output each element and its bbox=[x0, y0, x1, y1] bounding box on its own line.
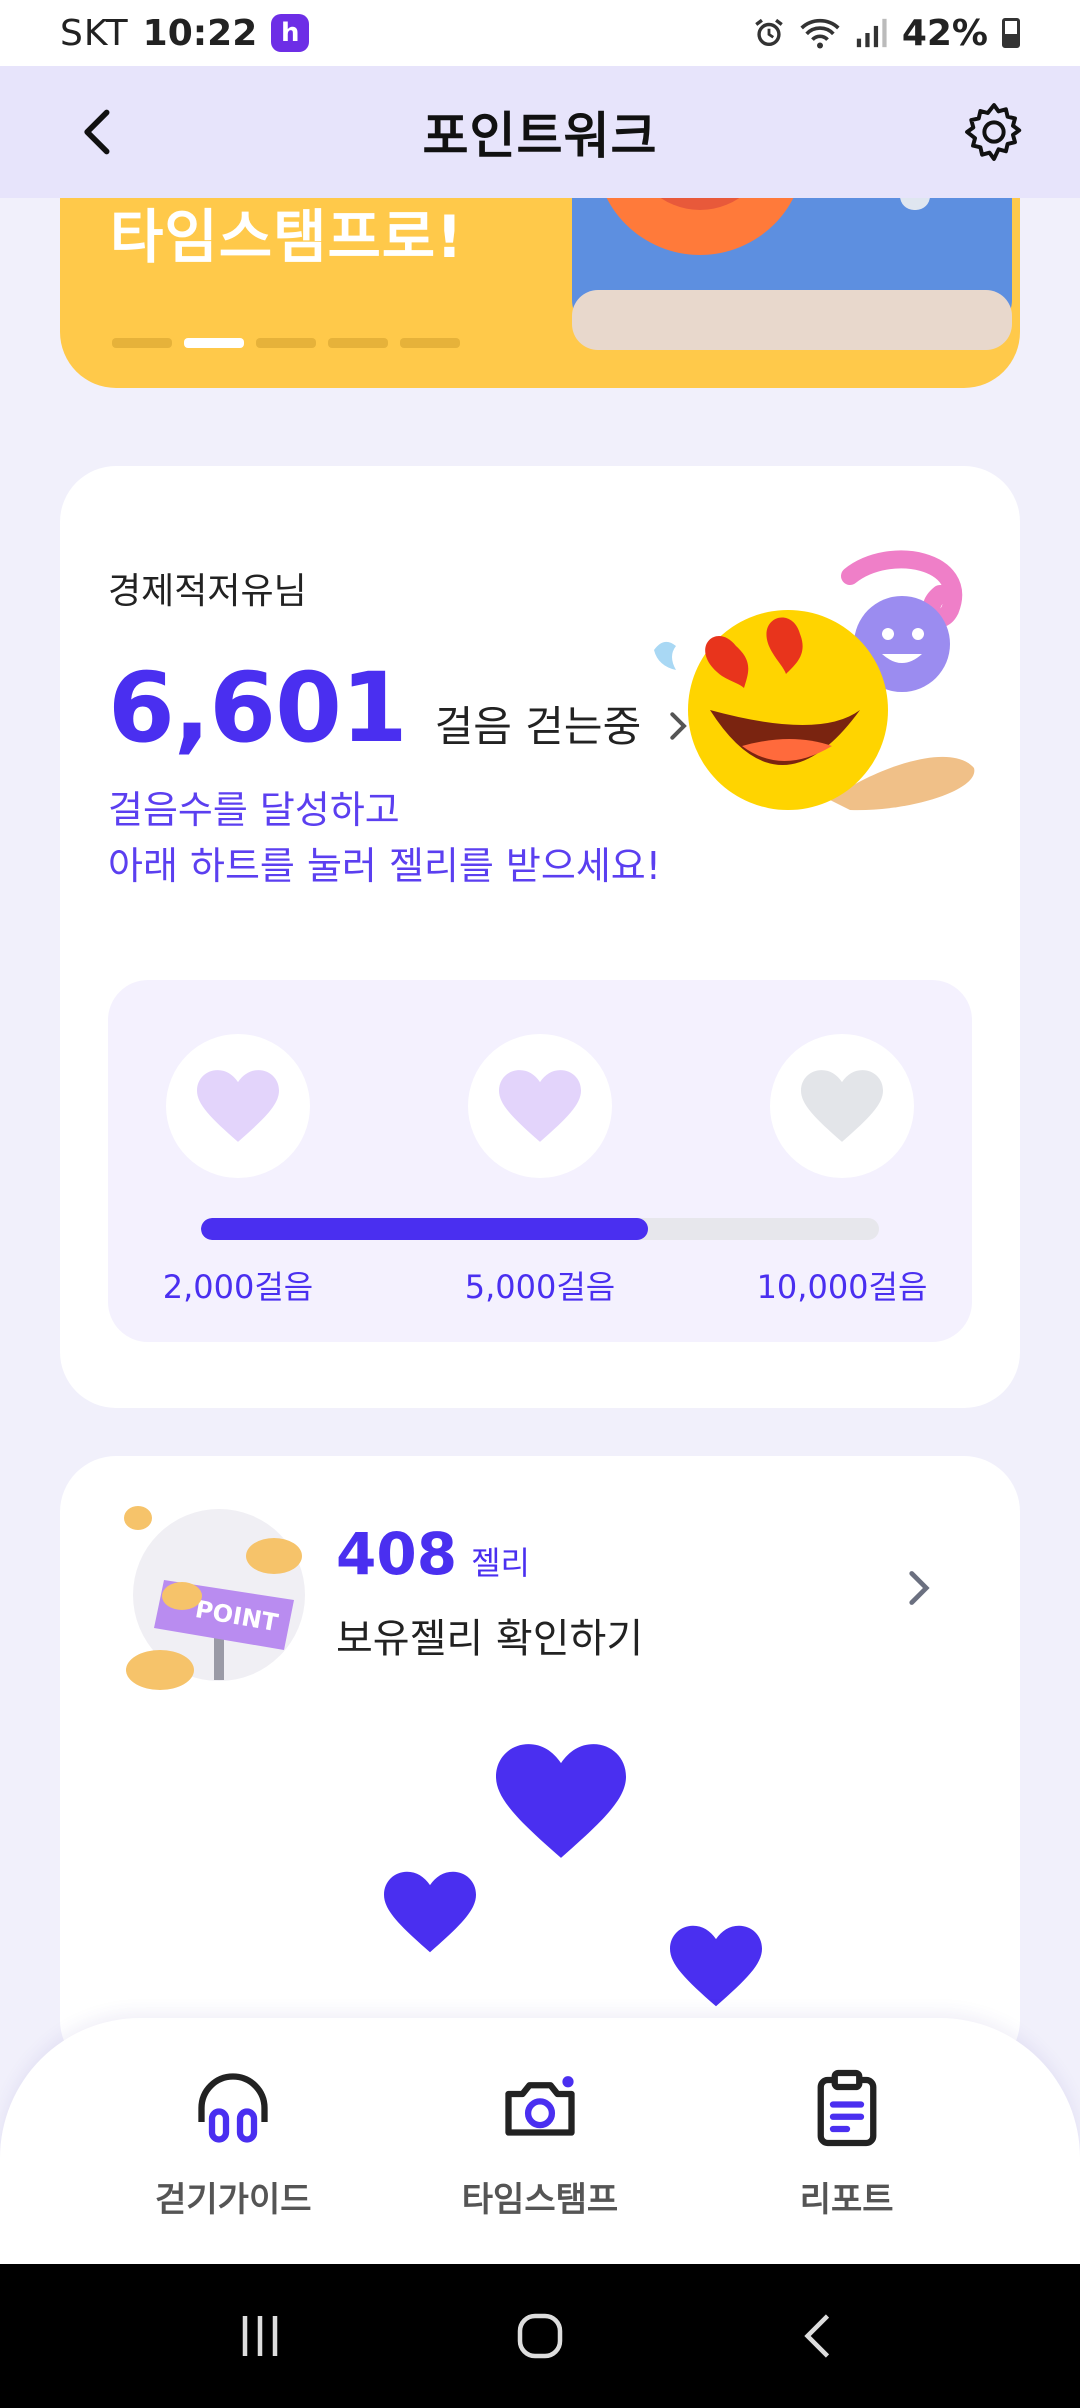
clipboard-icon bbox=[817, 2069, 877, 2147]
floating-heart-icon[interactable] bbox=[670, 1924, 762, 2008]
milestone-label-10000: 10,000걸음 bbox=[756, 1268, 928, 1306]
heart-eyes-emoji-illustration bbox=[654, 550, 975, 811]
nav-label: 리포트 bbox=[799, 2180, 894, 2220]
app-header: 포인트워크 bbox=[0, 66, 1080, 198]
battery-icon bbox=[1002, 18, 1020, 48]
floating-heart-icon[interactable] bbox=[496, 1742, 626, 1860]
user-name: 경제적저유님 bbox=[108, 571, 307, 612]
banner-text: 타임스탬프로! bbox=[110, 203, 464, 271]
steps-progress-fill bbox=[201, 1218, 649, 1240]
chevron-right-icon[interactable] bbox=[906, 1568, 932, 1608]
status-time: 10:22 bbox=[142, 12, 258, 54]
reward-message: 걸음수를 달성하고 아래 하트를 눌러 젤리를 받으세요! bbox=[108, 782, 661, 894]
gear-icon[interactable] bbox=[960, 98, 1028, 166]
heart-rewards-panel: 2,000걸음 5,000걸음 10,000걸음 bbox=[108, 980, 972, 1342]
battery-percent: 42% bbox=[901, 12, 988, 54]
bottom-nav: 걷기가이드 타임스탬프 리포트 bbox=[0, 2018, 1080, 2264]
app-notification-icon: h bbox=[271, 14, 310, 52]
nav-timestamp[interactable]: 타임스탬프 bbox=[410, 2066, 670, 2221]
reward-message-line2: 아래 하트를 눌러 젤리를 받으세요! bbox=[108, 844, 661, 888]
step-label: 걸음 걷는중 bbox=[434, 702, 642, 751]
reward-heart-2000[interactable] bbox=[166, 1034, 310, 1178]
system-nav-bar bbox=[0, 2264, 1080, 2408]
steps-card: 경제적저유님 6,601 걸음 걷는중 걸음수를 달성하고 아래 하트를 눌러 … bbox=[60, 466, 1020, 1408]
recent-apps-icon[interactable] bbox=[230, 2306, 290, 2366]
check-jelly-link[interactable]: 보유젤리 확인하기 bbox=[336, 1606, 643, 1664]
reward-heart-10000[interactable] bbox=[770, 1034, 914, 1178]
carousel-indicators bbox=[112, 338, 460, 348]
jelly-card: POINT 408 젤리 보유젤리 확인하기 bbox=[60, 1456, 1020, 2076]
jelly-count: 408 bbox=[336, 1520, 458, 1588]
carrier-name: SKT bbox=[60, 12, 129, 54]
jelly-unit: 젤리 bbox=[471, 1544, 530, 1582]
step-count: 6,601 bbox=[108, 652, 408, 764]
carousel-dot bbox=[112, 338, 172, 348]
chevron-left-icon[interactable] bbox=[72, 106, 124, 158]
wifi-icon bbox=[800, 18, 840, 49]
back-icon[interactable] bbox=[790, 2306, 850, 2366]
floating-heart-icon[interactable] bbox=[384, 1870, 476, 1954]
status-bar: SKT 10:22 h 42% bbox=[0, 0, 1080, 66]
reward-message-line1: 걸음수를 달성하고 bbox=[108, 788, 400, 832]
nav-label: 타임스탬프 bbox=[461, 2180, 619, 2220]
page-title: 포인트워크 bbox=[422, 107, 658, 165]
heart-icon bbox=[499, 1070, 581, 1142]
point-sign-illustration: POINT bbox=[124, 1506, 305, 1690]
carousel-dot bbox=[400, 338, 460, 348]
nav-walking-guide[interactable]: 걷기가이드 bbox=[103, 2066, 363, 2221]
signal-icon bbox=[856, 18, 887, 48]
status-right: 42% bbox=[752, 13, 1020, 54]
step-count-link[interactable]: 6,601 걸음 걷는중 bbox=[108, 652, 691, 764]
jelly-balance: 408 젤리 bbox=[336, 1520, 530, 1588]
milestone-label-5000: 5,000걸음 bbox=[464, 1268, 616, 1306]
headphones-icon bbox=[198, 2073, 268, 2143]
carousel-dot bbox=[256, 338, 316, 348]
heart-icon bbox=[197, 1070, 279, 1142]
steps-progress-bar bbox=[201, 1218, 879, 1240]
alarm-icon bbox=[755, 18, 783, 47]
heart-icon bbox=[801, 1070, 883, 1142]
reward-heart-5000[interactable] bbox=[468, 1034, 612, 1178]
nav-label: 걷기가이드 bbox=[155, 2180, 312, 2220]
milestone-label-2000: 2,000걸음 bbox=[162, 1268, 314, 1306]
carousel-dot-active bbox=[184, 338, 244, 348]
nav-report[interactable]: 리포트 bbox=[717, 2066, 977, 2221]
carousel-dot bbox=[328, 338, 388, 348]
camera-icon bbox=[505, 2076, 575, 2136]
home-icon[interactable] bbox=[510, 2306, 570, 2366]
